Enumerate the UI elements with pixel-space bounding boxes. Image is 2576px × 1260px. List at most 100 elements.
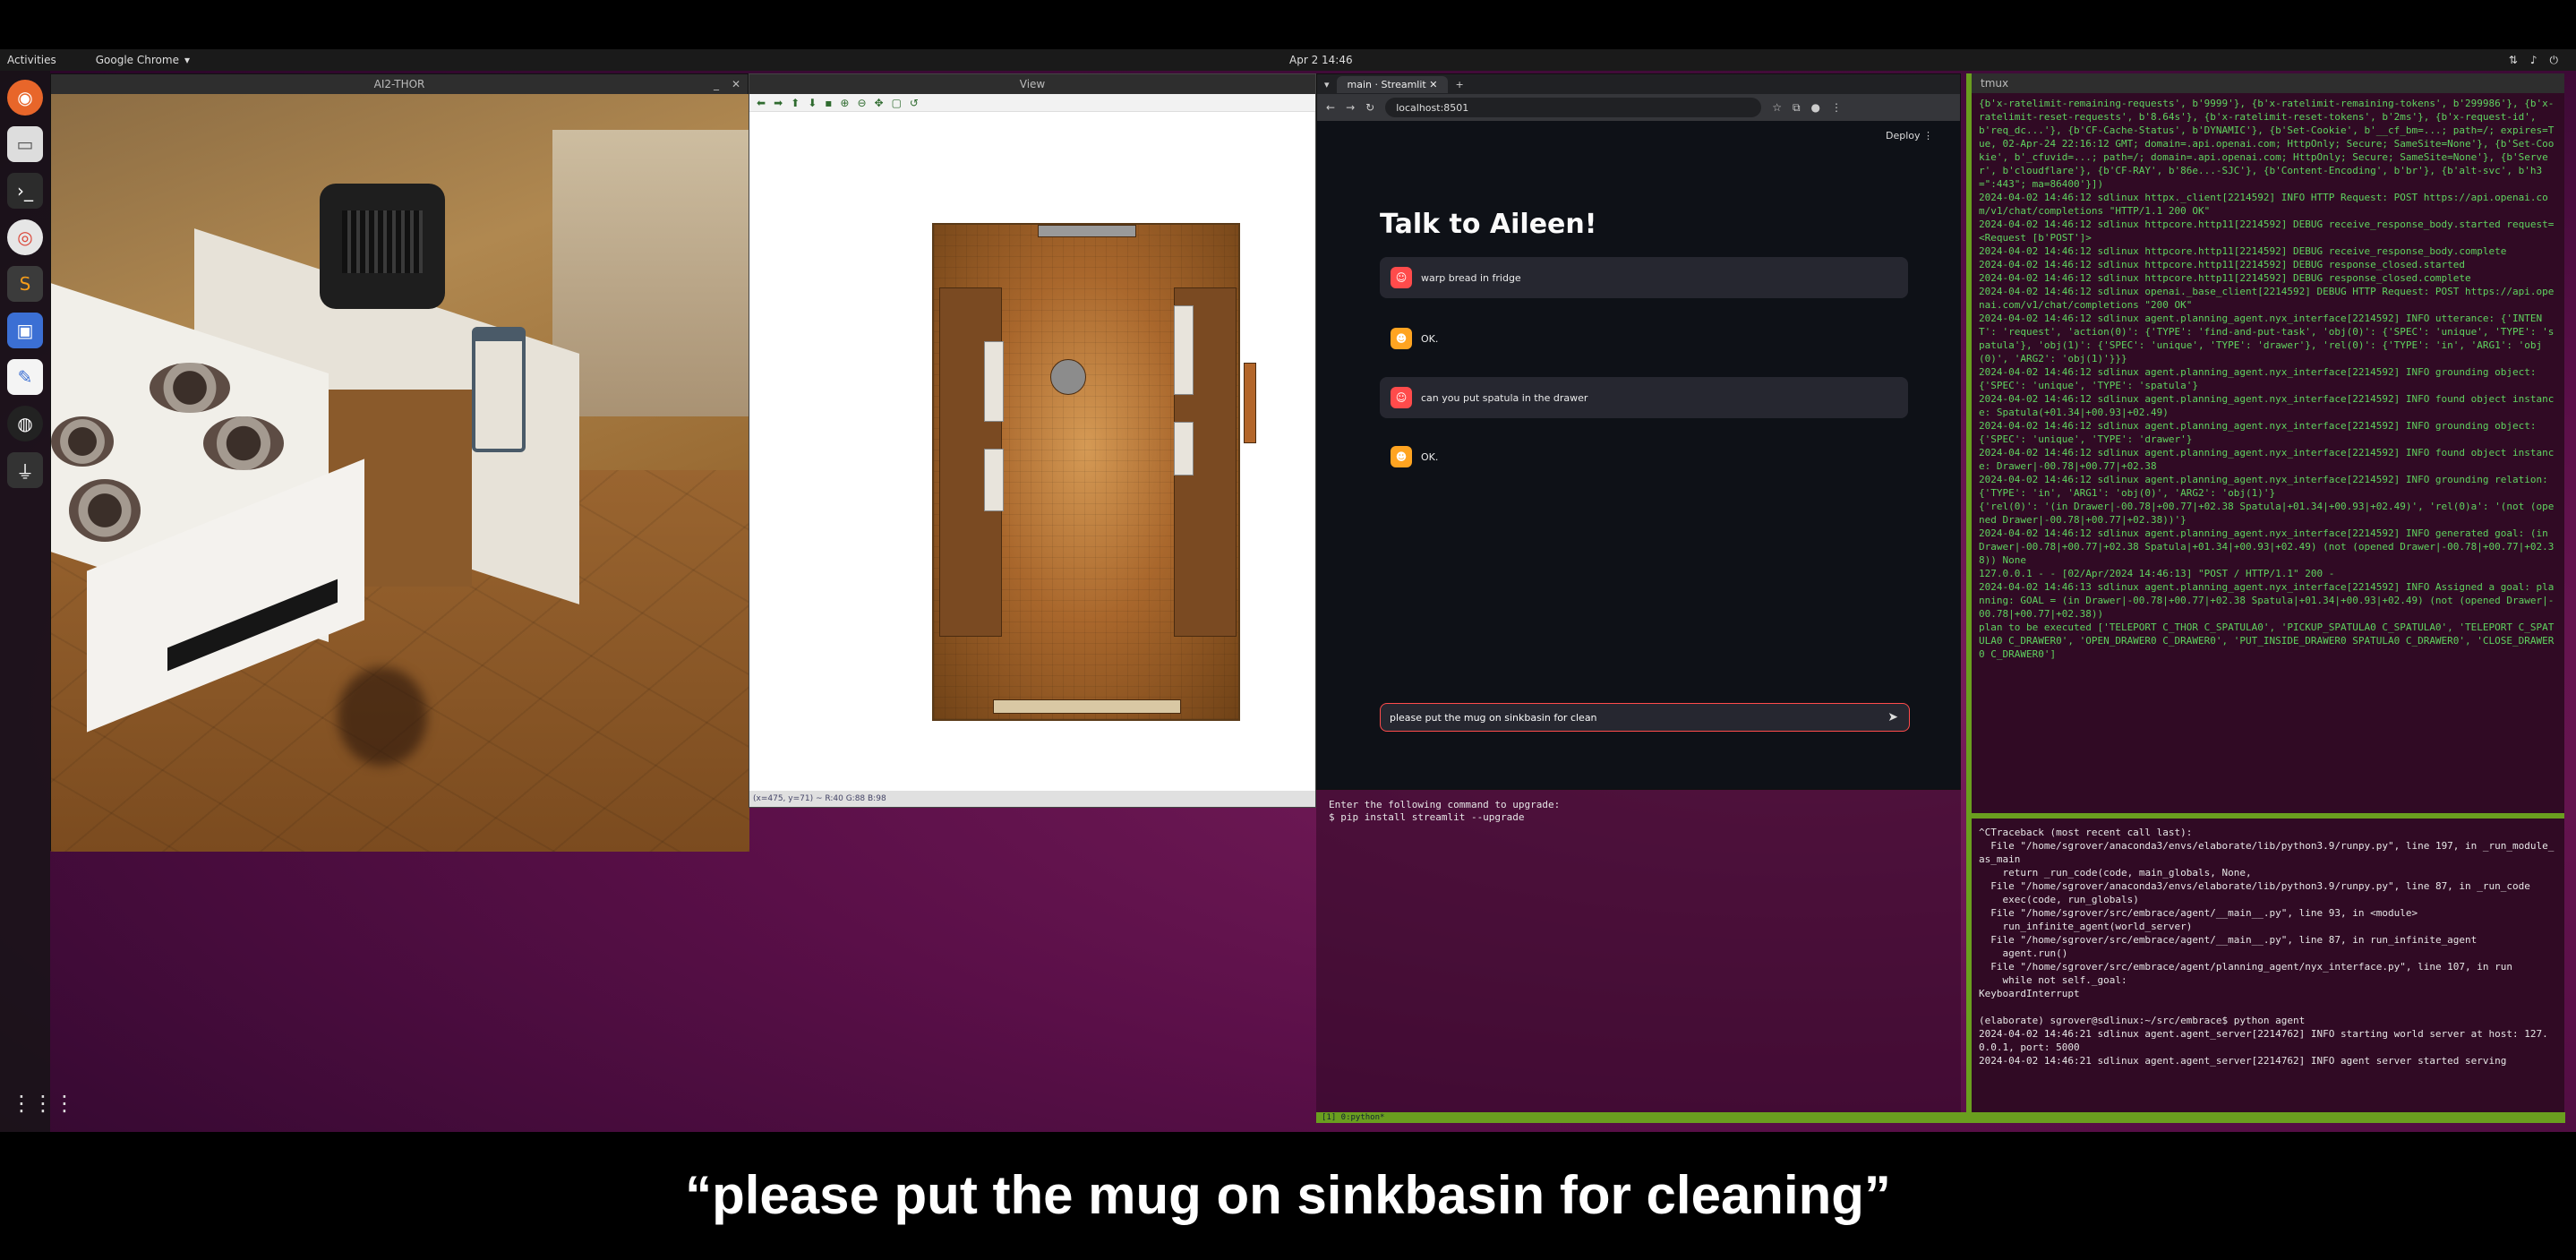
stove-burner <box>51 416 114 467</box>
user-avatar-icon: ☺ <box>1391 387 1412 408</box>
counter-cell <box>1174 305 1194 395</box>
tmux-pane-divider <box>1972 813 2564 819</box>
toaster-grill <box>342 210 423 273</box>
terminal-log-bottom: ^CTraceback (most recent call last): Fil… <box>1979 827 2555 1067</box>
streamlit-app: Deploy ⋮ Talk to Aileen! ☺ warp bread in… <box>1317 121 1960 789</box>
ai2thor-titlebar[interactable]: AI2-THOR _ ✕ <box>51 74 748 94</box>
files-icon[interactable]: ▭ <box>7 126 43 162</box>
volume-icon: ♪ <box>2529 53 2537 66</box>
tab-streamlit[interactable]: main · Streamlit ✕ <box>1336 75 1449 93</box>
firefox-icon[interactable]: ◉ <box>7 80 43 116</box>
chrome-tab-strip: ▾ main · Streamlit ✕ + <box>1317 74 1960 94</box>
stove-burner <box>150 363 230 413</box>
zoom-out-icon[interactable]: ⊖ <box>857 97 866 109</box>
streamlit-terminal[interactable]: Enter the following command to upgrade: … <box>1316 790 1961 1121</box>
app-grid-icon[interactable]: ⋮⋮⋮ <box>11 1091 75 1119</box>
network-icon: ⇅ <box>2508 53 2518 66</box>
bottom-wall-fixture <box>993 699 1181 714</box>
chat-message-assistant: ☻ OK. <box>1380 318 1908 359</box>
activities-button[interactable]: Activities <box>7 54 56 66</box>
back-icon[interactable]: ← <box>1326 101 1335 114</box>
close-icon[interactable]: ✕ <box>732 78 740 90</box>
chrome-icon[interactable]: ◎ <box>7 219 43 255</box>
save-icon[interactable]: ▪ <box>825 97 832 109</box>
usb-icon[interactable]: ⏚ <box>7 452 43 488</box>
obs-icon[interactable]: ◍ <box>7 406 43 441</box>
counter-cell <box>1174 422 1194 476</box>
down-arrow-icon[interactable]: ⬇ <box>808 97 817 109</box>
counter-cell <box>984 341 1004 422</box>
top-wall-fixture <box>1038 225 1136 237</box>
page-title: Talk to Aileen! <box>1380 209 1597 240</box>
stove-burner <box>69 479 141 542</box>
tmux-status-bar: [1] 0:python* <box>1316 1112 2565 1123</box>
close-icon[interactable]: ✕ <box>1429 79 1437 90</box>
side-door <box>1244 363 1256 443</box>
terminal-icon[interactable]: ›_ <box>7 173 43 209</box>
view-statusbar: (x=475, y=71) ~ R:40 G:88 B:98 <box>749 791 1315 807</box>
tab-title: main · Streamlit <box>1347 78 1426 90</box>
deploy-label: Deploy <box>1885 130 1921 141</box>
text-editor-icon[interactable]: ✎ <box>7 359 43 395</box>
view-titlebar[interactable]: View <box>749 74 1315 94</box>
send-icon[interactable]: ➤ <box>1887 710 1898 724</box>
ai2thor-3d-view[interactable] <box>51 94 749 852</box>
reset-icon[interactable]: ↺ <box>910 97 919 109</box>
agent-terminal[interactable]: tmux {b'x-ratelimit-remaining-requests',… <box>1966 73 2564 1121</box>
chrome-menu-icon[interactable]: ⋮ <box>1831 101 1842 114</box>
zoom-in-icon[interactable]: ⊕ <box>840 97 849 109</box>
clock[interactable]: Apr 2 14:46 <box>1289 54 1353 66</box>
screenshot-icon[interactable]: ▣ <box>7 313 43 348</box>
chrome-window: ▾ main · Streamlit ✕ + ← → ↻ localhost:8… <box>1316 73 1961 790</box>
chat-message-user: ☺ can you put spatula in the drawer <box>1380 377 1908 418</box>
system-tray[interactable]: ⇅ ♪ ⏻ <box>2509 54 2558 67</box>
view-toolbar: ⬅ ➡ ⬆ ⬇ ▪ ⊕ ⊖ ✥ ▢ ↺ <box>749 94 1315 112</box>
address-bar[interactable]: localhost:8501 <box>1385 98 1762 117</box>
chevron-down-icon: ▾ <box>184 54 190 66</box>
minimize-icon[interactable]: _ <box>714 78 719 90</box>
chat-message-user: ☺ warp bread in fridge <box>1380 257 1908 298</box>
terminal-title: tmux <box>1981 76 2009 90</box>
new-tab-icon[interactable]: + <box>1455 79 1463 90</box>
terminal-log-top: {b'x-ratelimit-remaining-requests', b'99… <box>1979 98 2555 660</box>
counter-cell <box>984 449 1004 511</box>
back-arrow-icon[interactable]: ⬅ <box>757 97 766 109</box>
topdown-canvas[interactable] <box>749 112 1315 791</box>
fit-icon[interactable]: ▢ <box>892 97 902 109</box>
user-avatar-icon: ☺ <box>1391 267 1412 288</box>
dock: ◉ ▭ ›_ ◎ S ▣ ✎ ◍ ⏚ ⋮⋮⋮ <box>0 71 75 1132</box>
app-menu-label: Google Chrome <box>95 54 179 66</box>
pan-icon[interactable]: ✥ <box>875 97 884 109</box>
bookmark-star-icon[interactable]: ☆ <box>1772 101 1782 114</box>
up-arrow-icon[interactable]: ⬆ <box>791 97 800 109</box>
bot-avatar-icon: ☻ <box>1391 328 1412 349</box>
app-menu[interactable]: Google Chrome ▾ <box>96 54 190 66</box>
kitchen-wall <box>552 130 749 416</box>
floor-shadow <box>338 667 427 766</box>
forward-icon[interactable]: → <box>1346 101 1355 114</box>
extensions-icon[interactable]: ⧉ <box>1793 101 1801 115</box>
terminal-titlebar[interactable]: tmux <box>1972 73 2564 93</box>
chat-input-text: please put the mug on sinkbasin for clea… <box>1390 711 1597 724</box>
chrome-toolbar: ← → ↻ localhost:8501 ☆ ⧉ ● ⋮ <box>1317 94 1960 121</box>
tab-search-icon[interactable]: ▾ <box>1324 79 1330 90</box>
bar-stool <box>472 327 526 452</box>
chat-message-assistant: ☻ OK. <box>1380 436 1908 477</box>
video-caption: “please put the mug on sinkbasin for cle… <box>685 1165 1891 1225</box>
chat-message-text: OK. <box>1421 332 1439 345</box>
deploy-button[interactable]: Deploy ⋮ <box>1886 130 1933 141</box>
address-text: localhost:8501 <box>1396 101 1469 114</box>
forward-arrow-icon[interactable]: ➡ <box>774 97 783 109</box>
reload-icon[interactable]: ↻ <box>1365 101 1374 114</box>
chat-message-text: OK. <box>1421 450 1439 463</box>
screen: Activities Google Chrome ▾ Apr 2 14:46 ⇅… <box>0 0 2576 1260</box>
profile-icon[interactable]: ● <box>1811 101 1820 114</box>
ai2thor-window: AI2-THOR _ ✕ <box>50 73 749 852</box>
kebab-menu-icon[interactable]: ⋮ <box>1923 130 1933 141</box>
chat-message-text: can you put spatula in the drawer <box>1421 391 1588 404</box>
agent-marker <box>1050 359 1086 395</box>
sublime-icon[interactable]: S <box>7 266 43 302</box>
bot-avatar-icon: ☻ <box>1391 446 1412 467</box>
kitchen-floorplan <box>932 223 1240 721</box>
chat-input[interactable]: please put the mug on sinkbasin for clea… <box>1380 703 1910 732</box>
